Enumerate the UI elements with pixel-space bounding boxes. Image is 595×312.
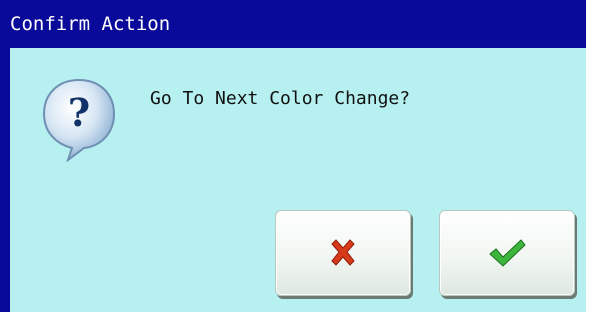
title-bar: Confirm Action — [0, 0, 586, 48]
svg-text:?: ? — [68, 90, 90, 135]
red-x-icon — [331, 239, 355, 266]
confirm-dialog: Confirm Action ? Go To Next Color Change… — [0, 0, 595, 312]
dialog-message: Go To Next Color Change? — [150, 88, 411, 109]
ok-button[interactable] — [439, 210, 575, 296]
question-bubble-icon: ? — [38, 76, 120, 163]
cancel-button[interactable] — [275, 210, 411, 296]
green-check-icon — [489, 239, 526, 267]
dialog-title: Confirm Action — [10, 13, 171, 35]
dialog-body: ? Go To Next Color Change? — [0, 48, 586, 312]
